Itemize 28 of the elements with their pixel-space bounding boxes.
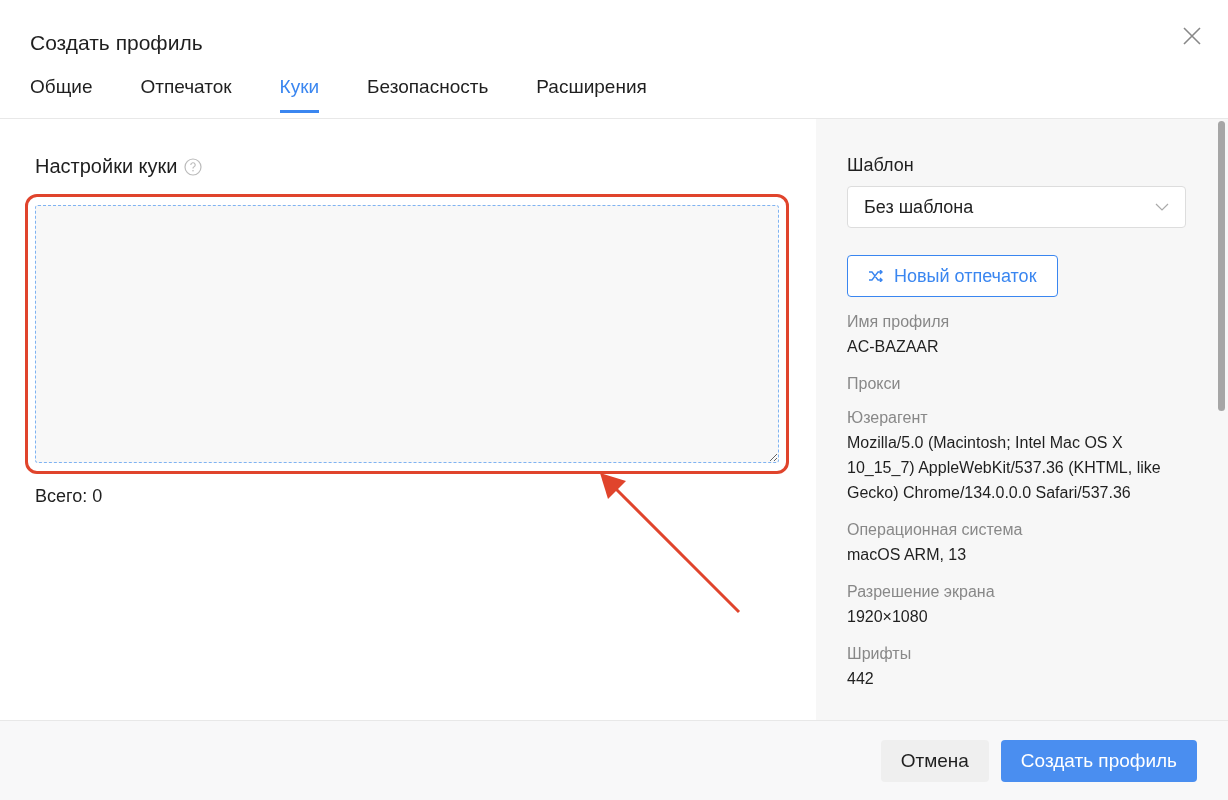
scrollbar-thumb[interactable] (1218, 121, 1225, 411)
help-icon[interactable] (183, 157, 202, 176)
tab[interactable]: Расширения (536, 68, 647, 113)
field-label: Операционная система (847, 521, 1024, 539)
field-label: Имя профиля (847, 313, 951, 331)
total-count: Всего: 0 (35, 486, 104, 507)
tab[interactable]: Отпечаток (140, 68, 232, 113)
field-label: Разрешение экрана (847, 583, 996, 601)
tab[interactable]: Безопасность (367, 68, 489, 113)
field-value: Mozilla/5.0 (Macintosh; Intel Mac OS X 10_15_7) AppleWebKit/537.36 (KHTML, like Gecko) Chrome/134.0.0.0 Safari/537.36 (847, 433, 1162, 503)
field-value: macOS ARM, 13 (847, 545, 968, 565)
field-value: 442 (847, 669, 875, 689)
field-label: Шаблон (847, 155, 915, 176)
chevron-down-icon (1155, 203, 1169, 211)
shuffle-icon (868, 270, 884, 282)
field-value: 1920×1080 (847, 607, 929, 627)
field-label: Шрифты (847, 645, 913, 663)
tab[interactable]: Общие (30, 68, 93, 113)
cancel-button[interactable]: Отмена (880, 739, 989, 782)
field-label: Прокси (847, 375, 902, 393)
close-icon[interactable] (1182, 26, 1202, 46)
new-fingerprint-button[interactable]: Новый отпечаток (847, 255, 1058, 297)
template-dropdown[interactable]: Без шаблона (847, 186, 1186, 228)
field-label: Юзерагент (847, 409, 929, 427)
section-heading: Настройки куки (35, 155, 178, 178)
field-value: AC-BAZAAR (847, 337, 940, 357)
dialog-title: Создать профиль (30, 30, 203, 56)
tab[interactable]: Куки (279, 68, 320, 113)
